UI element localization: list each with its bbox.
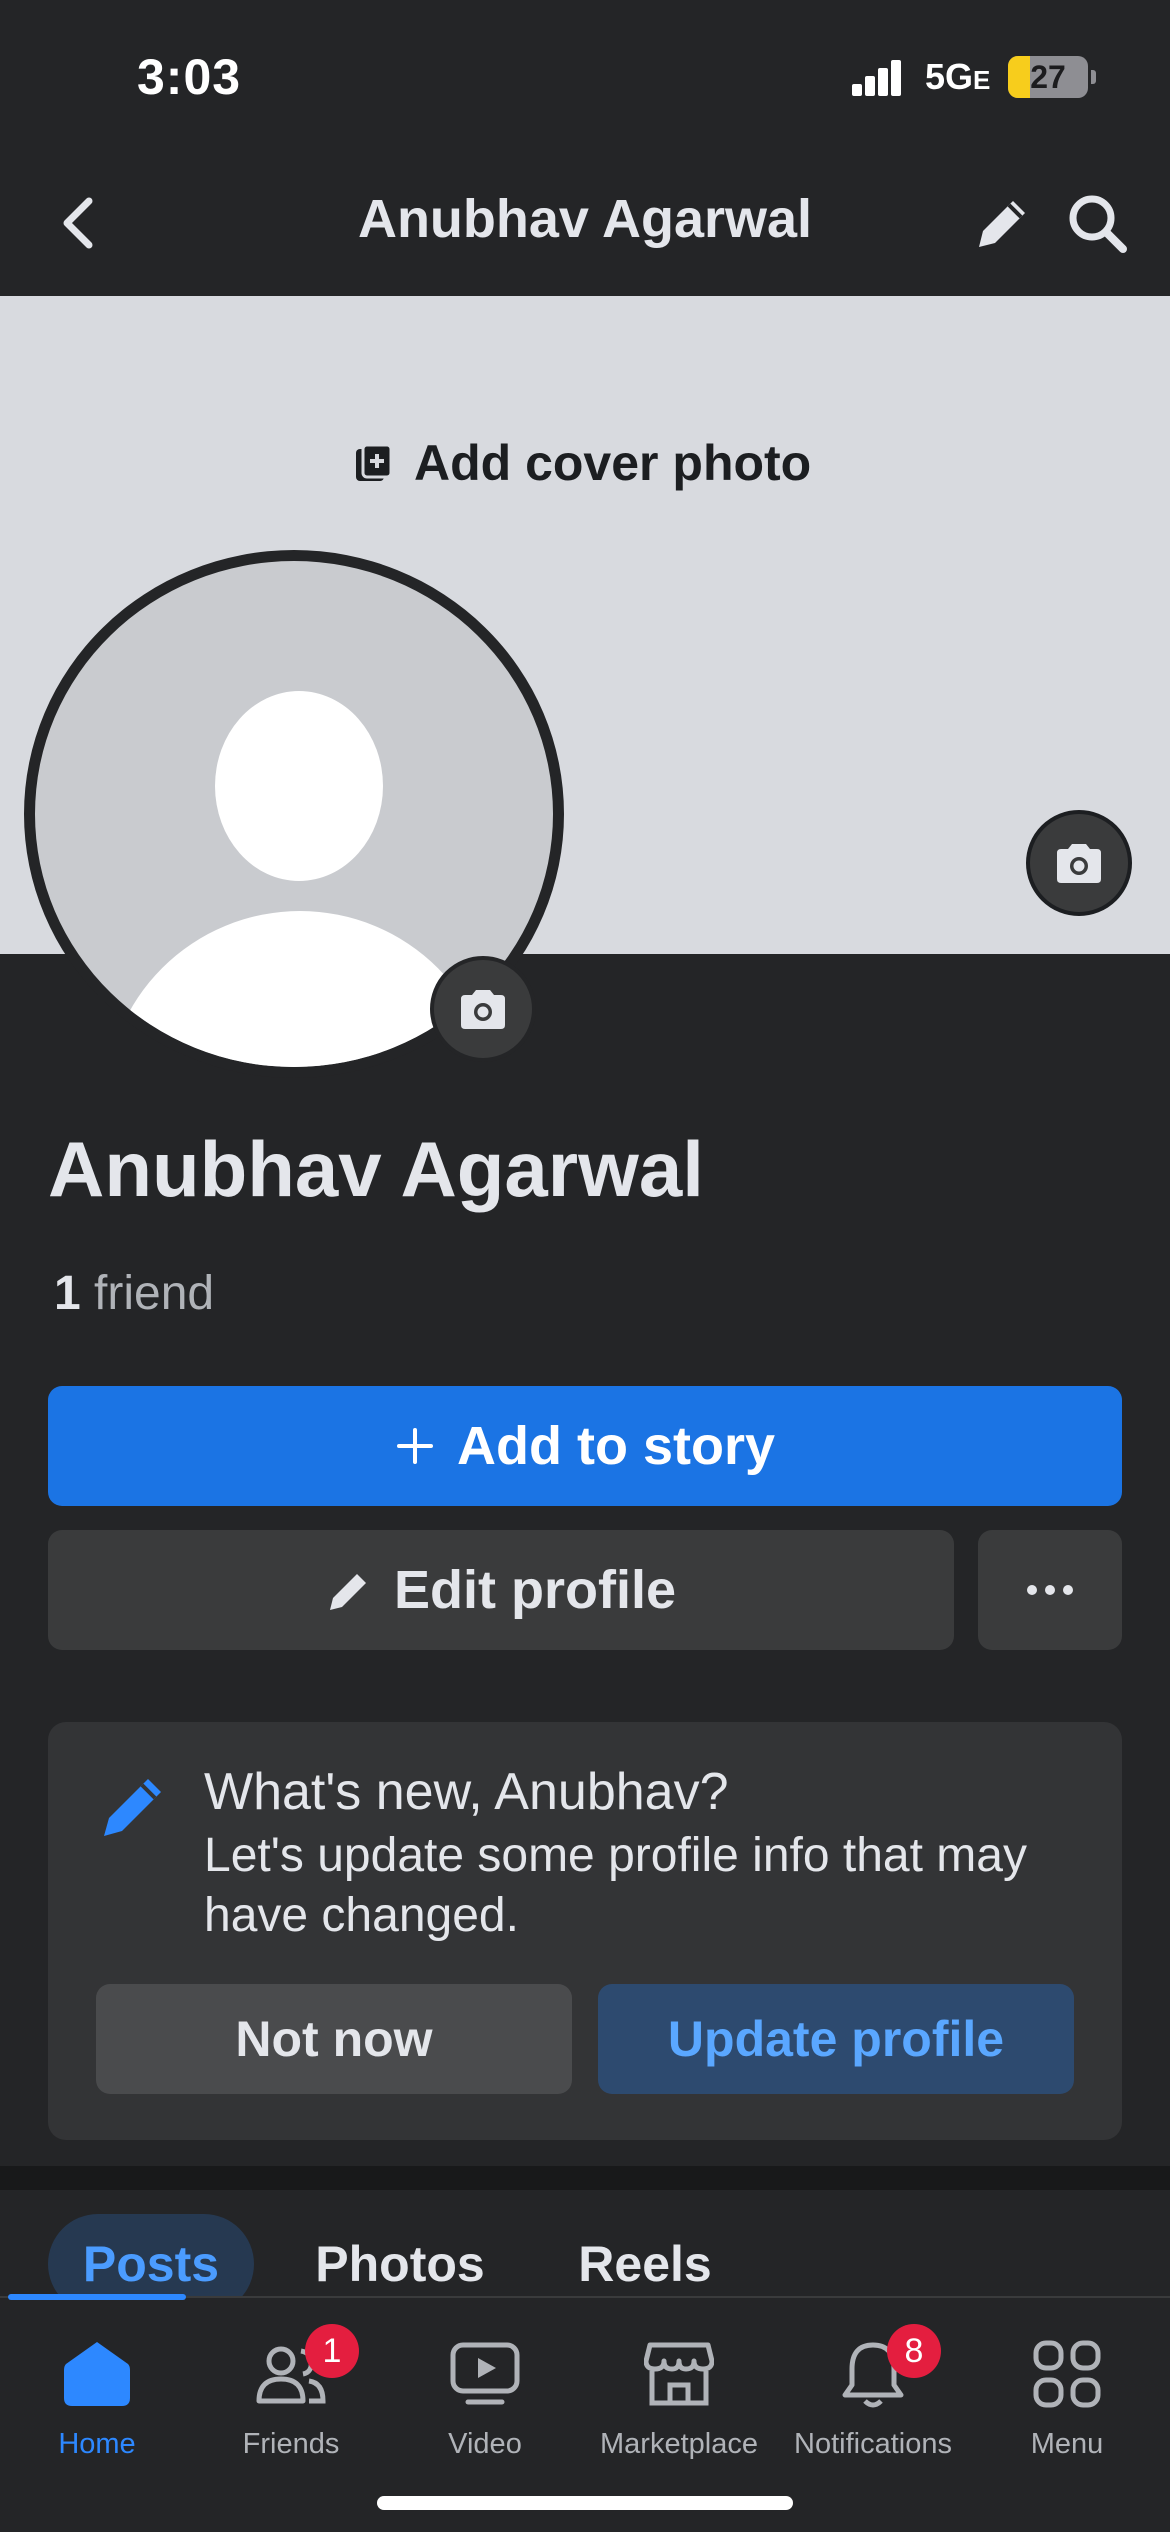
card-title: What's new, Anubhav?	[204, 1763, 729, 1821]
pencil-icon	[979, 201, 1025, 247]
video-icon	[445, 2334, 525, 2414]
status-time: 3:03	[137, 49, 242, 105]
search-icon	[1069, 195, 1127, 253]
profile-update-card: What's new, Anubhav? Let's update some p…	[48, 1722, 1122, 2140]
notifications-badge: 8	[887, 2324, 941, 2378]
edit-profile-label: Edit profile	[394, 1560, 676, 1620]
profile-tabs: Posts Photos Reels	[0, 2190, 1170, 2314]
nav-header: Anubhav Agarwal	[0, 150, 1170, 296]
home-indicator	[377, 2496, 793, 2510]
menu-grid-icon	[1027, 2334, 1107, 2414]
marketplace-icon	[639, 2334, 719, 2414]
home-icon	[57, 2334, 137, 2414]
not-now-button[interactable]: Not now	[96, 1984, 572, 2094]
bell-icon: 8	[833, 2324, 941, 2414]
nav-menu[interactable]: Menu	[970, 2334, 1164, 2474]
nav-marketplace[interactable]: Marketplace	[582, 2334, 776, 2474]
network-indicator: 5GE	[925, 56, 991, 97]
friends-icon: 1	[251, 2324, 359, 2414]
nav-label: Menu	[1030, 2428, 1104, 2460]
active-tab-indicator	[8, 2294, 186, 2300]
plus-icon	[397, 1428, 433, 1464]
add-cover-label: Add cover photo	[414, 435, 812, 491]
nav-notifications[interactable]: 8 Notifications	[776, 2324, 970, 2474]
nav-label: Video	[448, 2428, 522, 2460]
friends-badge: 1	[305, 2324, 359, 2378]
nav-label: Marketplace	[600, 2428, 758, 2460]
status-bar: 3:03 5GE 27	[0, 0, 1170, 150]
more-options-button[interactable]	[978, 1530, 1122, 1650]
avatar-camera-button[interactable]	[430, 956, 536, 1062]
pencil-icon	[104, 1779, 161, 1836]
friend-count[interactable]: 1 friend	[54, 1266, 214, 1321]
search-button[interactable]	[1060, 186, 1134, 260]
nav-label: Friends	[242, 2428, 340, 2460]
update-profile-button[interactable]: Update profile	[598, 1984, 1074, 2094]
edit-profile-button[interactable]: Edit profile	[48, 1530, 954, 1650]
edit-button[interactable]	[968, 188, 1038, 258]
more-dot	[1027, 1585, 1037, 1595]
pencil-icon	[330, 1574, 366, 1610]
nav-video[interactable]: Video	[388, 2334, 582, 2474]
add-to-story-label: Add to story	[457, 1416, 775, 1476]
camera-icon	[461, 990, 505, 1029]
nav-label: Home	[58, 2428, 136, 2460]
battery-level: 27	[1030, 59, 1066, 95]
cover-camera-button[interactable]	[1026, 810, 1132, 916]
add-to-story-button[interactable]: Add to story	[48, 1386, 1122, 1506]
nav-home[interactable]: Home	[0, 2334, 194, 2474]
section-divider	[0, 2166, 1170, 2190]
add-cover-photo-button[interactable]: Add cover photo	[354, 434, 811, 492]
camera-icon	[1057, 844, 1101, 883]
card-description: Let's update some profile info that may …	[204, 1829, 1027, 1942]
signal-icon	[852, 58, 914, 96]
add-photo-icon	[356, 443, 393, 481]
nav-label: Notifications	[794, 2428, 952, 2460]
nav-friends[interactable]: 1 Friends	[194, 2324, 388, 2474]
profile-name: Anubhav Agarwal	[48, 1125, 704, 1213]
battery-icon: 27	[1008, 56, 1088, 98]
